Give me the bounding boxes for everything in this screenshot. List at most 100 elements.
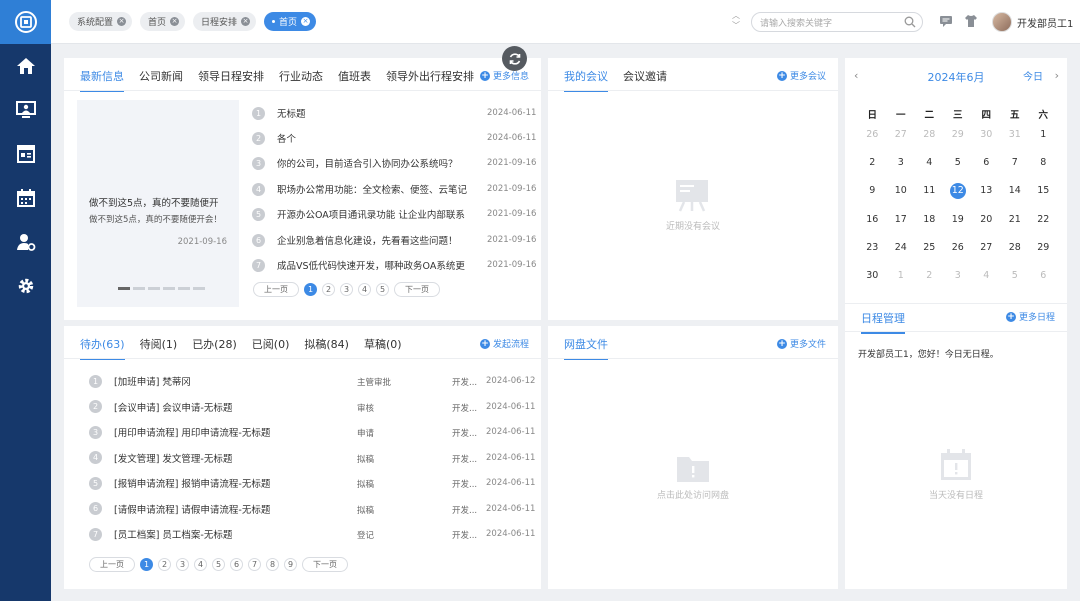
tab-company-news[interactable]: 公司新闻 [139, 68, 183, 92]
tab-meeting-invites[interactable]: 会议邀请 [623, 68, 667, 92]
page-number[interactable]: 3 [340, 283, 353, 296]
page-number[interactable]: 1 [304, 283, 317, 296]
tab-home-active[interactable]: 首页 × [264, 12, 317, 31]
chevron-down-icon[interactable]: ﹀ [731, 21, 741, 31]
tab-duty-roster[interactable]: 值班表 [338, 68, 371, 92]
calendar-day[interactable]: 27 [887, 127, 916, 143]
calendar-day[interactable]: 2 [915, 268, 944, 284]
today-button[interactable]: 今日 [1023, 68, 1043, 83]
more-schedule-link[interactable]: + 更多日程 [1005, 310, 1055, 323]
calendar-day[interactable]: 11 [915, 183, 944, 199]
carousel-dot[interactable] [118, 287, 130, 290]
page-number[interactable]: 6 [230, 558, 243, 571]
more-info-link[interactable]: + 更多信息 [479, 69, 529, 82]
chevron-right-icon[interactable]: › [1055, 69, 1059, 82]
carousel-dot[interactable] [133, 287, 145, 290]
page-number[interactable]: 9 [284, 558, 297, 571]
calendar-day[interactable]: 22 [1029, 212, 1058, 228]
calendar-day[interactable]: 30 [858, 268, 887, 284]
disk-empty-link[interactable]: 点击此处访问网盘 [548, 488, 838, 501]
carousel-dot[interactable] [193, 287, 205, 290]
sidebar-item-news[interactable] [0, 132, 51, 176]
featured-news[interactable]: 做不到这5点，真的不要随便开 做不到这5点，真的不要随便开会！ 2021-09-… [77, 100, 239, 307]
calendar-day[interactable]: 20 [972, 212, 1001, 228]
calendar-day[interactable]: 16 [858, 212, 887, 228]
calendar-day-today[interactable]: 12 [944, 183, 973, 200]
page-number[interactable]: 1 [140, 558, 153, 571]
prev-page-button[interactable]: 上一页 [89, 557, 135, 572]
refresh-button[interactable] [502, 46, 527, 71]
tab-leader-schedule[interactable]: 领导日程安排 [198, 68, 264, 92]
calendar-day[interactable]: 14 [1001, 183, 1030, 199]
tab-disk-files[interactable]: 网盘文件 [564, 336, 608, 360]
table-row[interactable]: 1 [加班申请] 梵蒂冈 [89, 373, 191, 389]
start-process-link[interactable]: + 发起流程 [479, 337, 529, 350]
calendar-day[interactable]: 5 [944, 155, 973, 171]
calendar-day[interactable]: 31 [1001, 127, 1030, 143]
more-meetings-link[interactable]: + 更多会议 [776, 69, 826, 82]
list-item[interactable]: 5 开源办公OA项目通讯录功能 让企业内部联系 [252, 206, 467, 222]
calendar-day[interactable]: 1 [1029, 127, 1058, 143]
calendar-day[interactable]: 10 [887, 183, 916, 199]
page-number[interactable]: 2 [158, 558, 171, 571]
tab-drafts[interactable]: 草稿(0) [364, 336, 402, 360]
avatar[interactable] [992, 12, 1012, 32]
calendar-day[interactable]: 23 [858, 240, 887, 256]
calendar-day[interactable]: 26 [858, 127, 887, 143]
close-icon[interactable]: × [301, 17, 311, 26]
list-item[interactable]: 4 职场办公常用功能：全文检索、便签、云笔记 [252, 181, 467, 197]
tab-my-meetings[interactable]: 我的会议 [564, 68, 608, 92]
next-page-button[interactable]: 下一页 [302, 557, 348, 572]
page-number[interactable]: 4 [358, 283, 371, 296]
page-number[interactable]: 5 [212, 558, 225, 571]
tab-scroll-arrows[interactable]: ︿ ﹀ [731, 11, 741, 33]
calendar-day[interactable]: 3 [944, 268, 973, 284]
tab-leader-trips[interactable]: 领导外出行程安排 [386, 68, 474, 92]
table-row[interactable]: 6 [请假申请流程] 请假申请流程-无标题 [89, 501, 270, 517]
calendar-day[interactable]: 7 [1001, 155, 1030, 171]
calendar-day[interactable]: 24 [887, 240, 916, 256]
search-icon[interactable] [904, 16, 916, 28]
search-input[interactable]: 请输入搜索关键字 [751, 12, 923, 32]
chevron-up-icon[interactable]: ︿ [731, 11, 741, 21]
tab-read[interactable]: 已阅(0) [252, 336, 290, 360]
calendar-day[interactable]: 8 [1029, 155, 1058, 171]
close-icon[interactable]: × [117, 17, 127, 26]
list-item[interactable]: 7 成品VS低代码快速开发，哪种政务OA系统更 [252, 257, 467, 273]
calendar-day[interactable]: 21 [1001, 212, 1030, 228]
page-number[interactable]: 2 [322, 283, 335, 296]
sidebar-item-home[interactable] [0, 44, 51, 88]
page-number[interactable]: 8 [266, 558, 279, 571]
prev-page-button[interactable]: 上一页 [253, 282, 299, 297]
calendar-day[interactable]: 6 [972, 155, 1001, 171]
calendar-day[interactable]: 1 [887, 268, 916, 284]
list-item[interactable]: 2 各个 [252, 130, 296, 146]
table-row[interactable]: 2 [会议申请] 会议申请-无标题 [89, 399, 232, 415]
calendar-day[interactable]: 27 [972, 240, 1001, 256]
calendar-day[interactable]: 28 [915, 127, 944, 143]
sidebar-item-settings[interactable] [0, 264, 51, 308]
skin-icon[interactable] [964, 14, 978, 28]
calendar-day[interactable]: 29 [1029, 240, 1058, 256]
table-row[interactable]: 7 [员工档案] 员工档案-无标题 [89, 526, 232, 542]
folder-icon[interactable] [676, 453, 710, 483]
close-icon[interactable]: × [241, 17, 251, 26]
tab-schedule[interactable]: 日程安排 × [193, 12, 257, 31]
close-icon[interactable]: × [170, 17, 180, 26]
sidebar-item-user-settings[interactable] [0, 220, 51, 264]
calendar-day[interactable]: 4 [972, 268, 1001, 284]
more-files-link[interactable]: + 更多文件 [776, 337, 826, 350]
calendar-day[interactable]: 26 [944, 240, 973, 256]
calendar-day[interactable]: 13 [972, 183, 1001, 199]
sidebar-item-calendar[interactable] [0, 176, 51, 220]
tab-latest-info[interactable]: 最新信息 [80, 68, 124, 92]
next-page-button[interactable]: 下一页 [394, 282, 440, 297]
calendar-day[interactable]: 5 [1001, 268, 1030, 284]
list-item[interactable]: 3 你的公司，目前适合引入协同办公系统吗？ [252, 155, 467, 171]
calendar-day[interactable]: 2 [858, 155, 887, 171]
tab-home-1[interactable]: 首页 × [140, 12, 186, 31]
carousel-dot[interactable] [178, 287, 190, 290]
table-row[interactable]: 3 [用印申请流程] 用印申请流程-无标题 [89, 424, 270, 440]
table-row[interactable]: 5 [报销申请流程] 报销申请流程-无标题 [89, 475, 270, 491]
message-icon[interactable] [939, 14, 953, 28]
